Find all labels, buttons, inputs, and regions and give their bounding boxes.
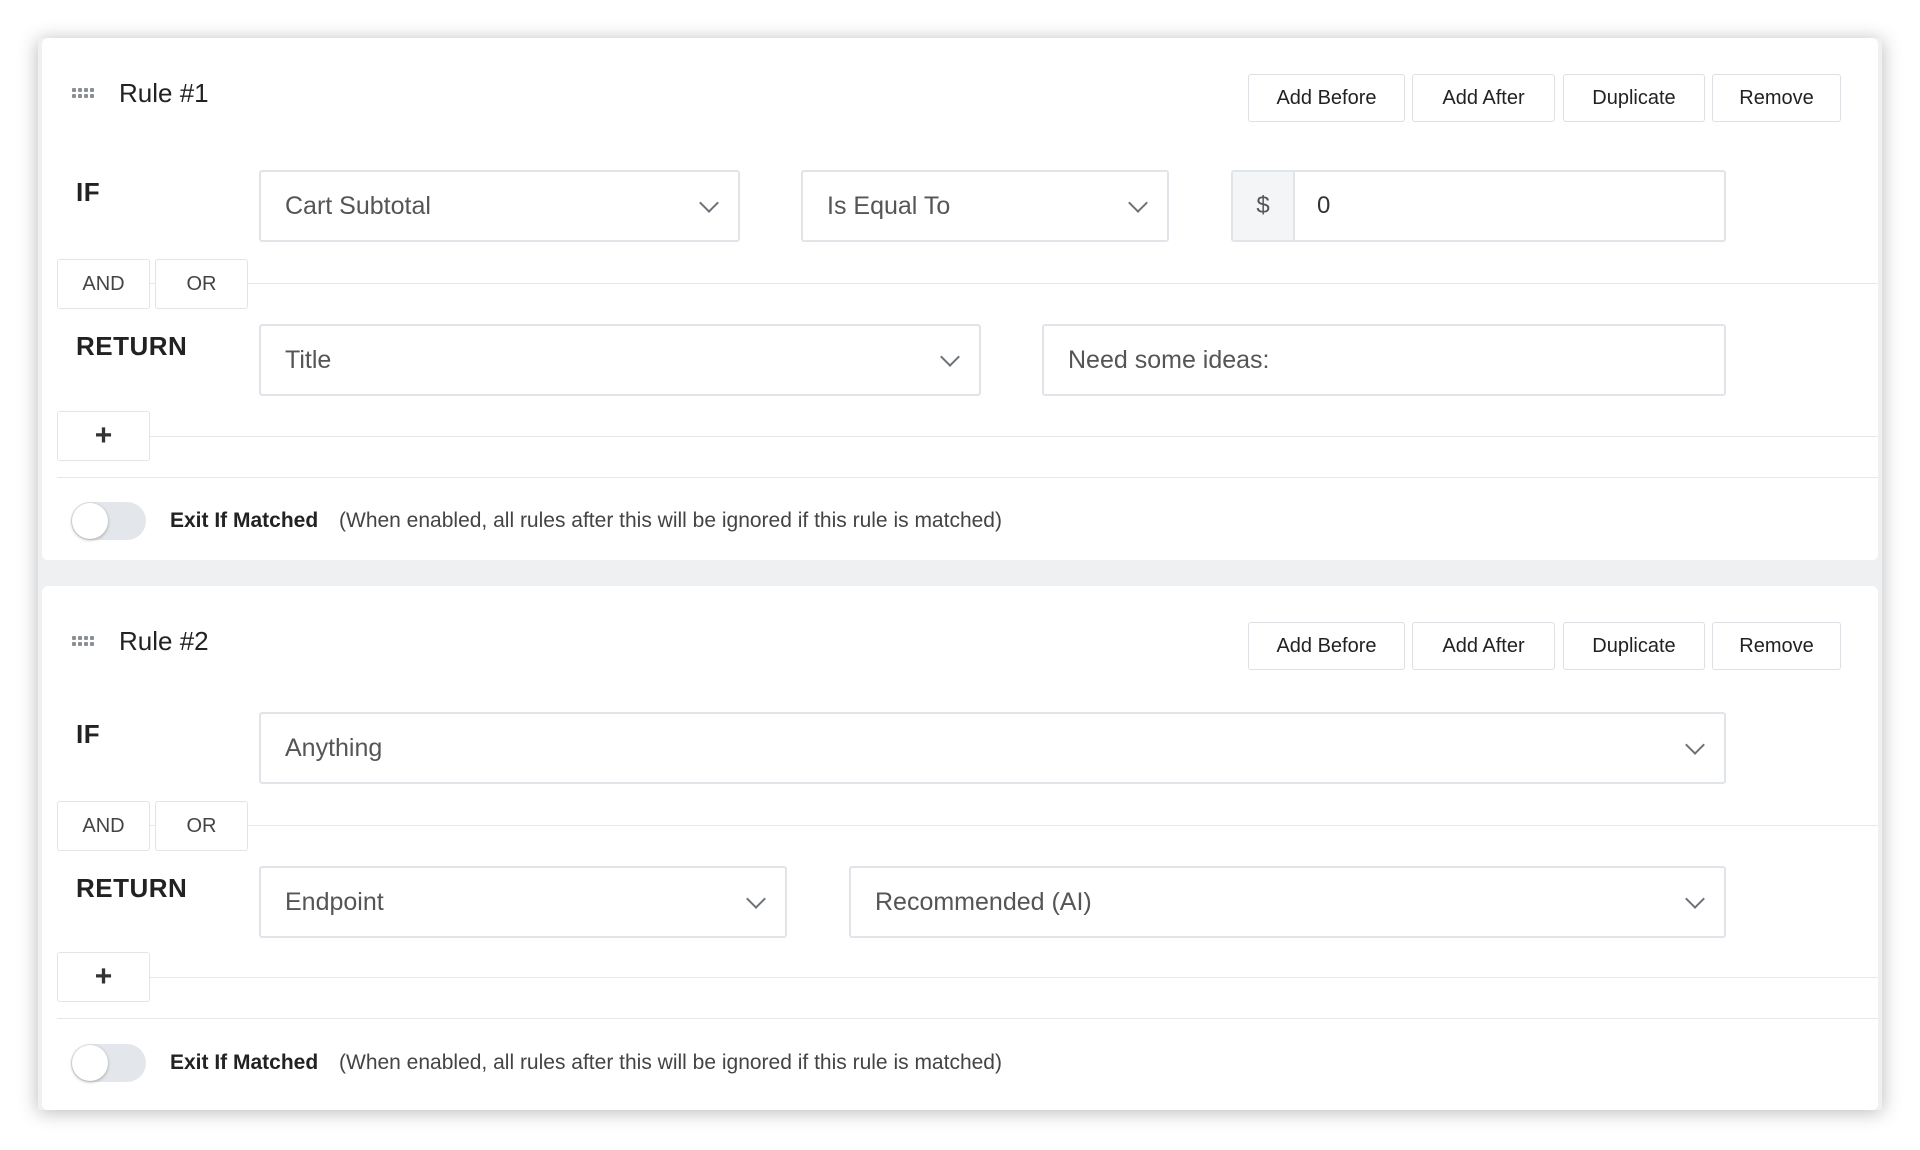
rule-title: Rule #2 [119,626,209,656]
condition-operator-select[interactable]: Is Equal To [801,170,1169,242]
return-label: RETURN [76,331,188,361]
remove-button[interactable]: Remove [1712,74,1841,122]
condition-operator-value: Is Equal To [827,191,951,220]
return-label: RETURN [76,873,188,903]
add-before-button[interactable]: Add Before [1248,74,1405,122]
exit-if-matched-hint: (When enabled, all rules after this will… [339,1051,1002,1074]
add-before-button[interactable]: Add Before [1248,622,1405,670]
condition-field-select[interactable]: Anything [259,712,1726,784]
divider [57,1018,1878,1019]
condition-amount-input[interactable] [1295,172,1724,240]
divider [57,477,1878,478]
drag-handle-icon[interactable] [72,636,94,650]
return-type-value: Title [285,345,332,374]
rule-card-2: Rule #2 Add Before Add After Duplicate R… [42,586,1878,1110]
divider [57,825,1878,826]
or-button[interactable]: OR [155,259,248,309]
and-button[interactable]: AND [57,259,150,309]
condition-field-select[interactable]: Cart Subtotal [259,170,740,242]
return-type-select[interactable]: Endpoint [259,866,787,938]
condition-amount-field: $ [1231,170,1726,242]
return-text-input[interactable] [1042,324,1726,396]
divider [57,436,1878,437]
add-after-button[interactable]: Add After [1412,622,1555,670]
exit-if-matched-toggle[interactable] [71,502,146,540]
exit-if-matched-toggle[interactable] [71,1044,146,1082]
remove-button[interactable]: Remove [1712,622,1841,670]
duplicate-button[interactable]: Duplicate [1563,74,1705,122]
if-label: IF [76,719,101,749]
return-option-select[interactable]: Recommended (AI) [849,866,1726,938]
drag-handle-icon[interactable] [72,88,94,102]
divider [57,977,1878,978]
exit-if-matched-label: Exit If Matched [170,1051,319,1074]
and-button[interactable]: AND [57,801,150,851]
currency-prefix: $ [1233,172,1295,240]
condition-field-value: Anything [285,733,383,762]
exit-if-matched-label: Exit If Matched [170,509,319,532]
add-return-button[interactable]: + [57,952,150,1002]
return-option-value: Recommended (AI) [875,887,1092,916]
rules-panel: Rule #1 Add Before Add After Duplicate R… [38,38,1882,1110]
return-type-select[interactable]: Title [259,324,981,396]
toggle-knob [72,503,108,539]
duplicate-button[interactable]: Duplicate [1563,622,1705,670]
add-after-button[interactable]: Add After [1412,74,1555,122]
exit-if-matched-hint: (When enabled, all rules after this will… [339,509,1002,532]
or-button[interactable]: OR [155,801,248,851]
rule-title: Rule #1 [119,78,209,108]
divider [57,283,1878,284]
add-return-button[interactable]: + [57,411,150,461]
rule-card-1: Rule #1 Add Before Add After Duplicate R… [42,38,1878,560]
return-type-value: Endpoint [285,887,384,916]
if-label: IF [76,177,101,207]
toggle-knob [72,1045,108,1081]
condition-field-value: Cart Subtotal [285,191,431,220]
